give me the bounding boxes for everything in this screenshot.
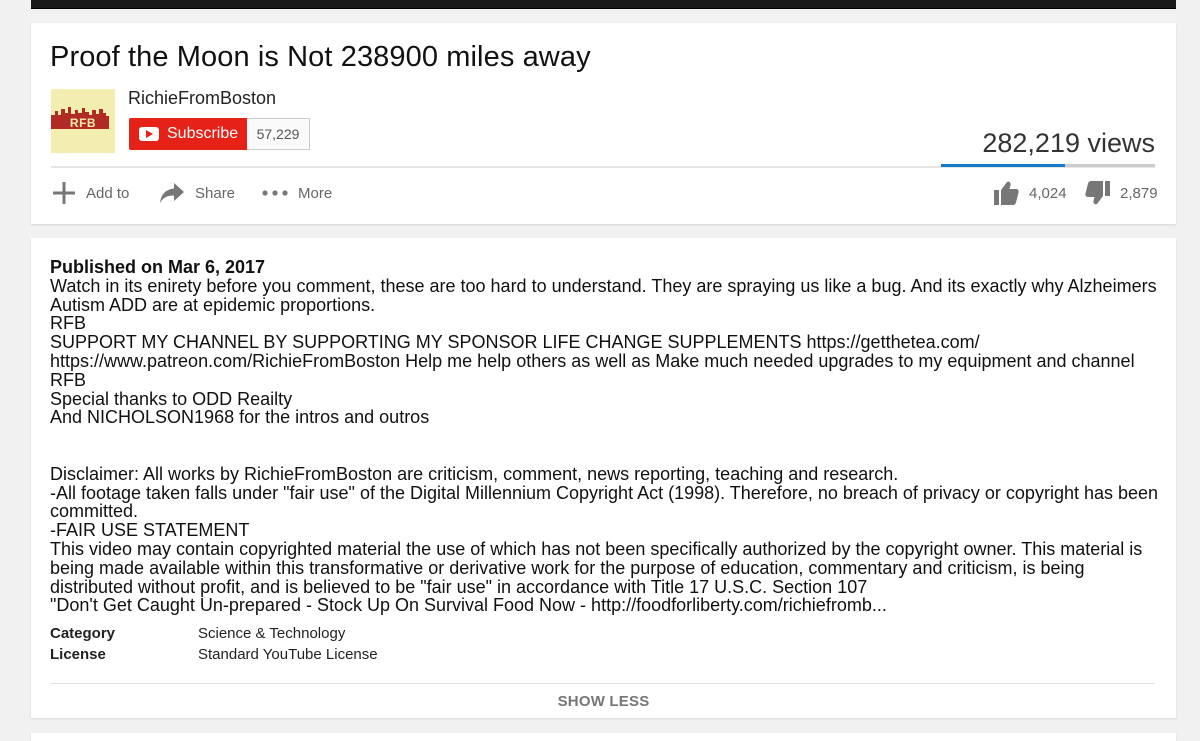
license-row: License Standard YouTube License bbox=[50, 646, 378, 663]
subscribe-label: Subscribe bbox=[167, 125, 239, 142]
show-less-button[interactable]: SHOW LESS bbox=[31, 693, 1176, 710]
subscribe-button[interactable]: Subscribe bbox=[129, 118, 247, 150]
description-line[interactable]: SUPPORT MY CHANNEL BY SUPPORTING MY SPON… bbox=[50, 333, 1160, 352]
divider-line bbox=[51, 683, 1155, 684]
video-title: Proof the Moon is Not 238900 miles away bbox=[50, 41, 591, 73]
video-info-card: Proof the Moon is Not 238900 miles away … bbox=[31, 23, 1176, 224]
video-description: Published on Mar 6, 2017 Watch in its en… bbox=[50, 258, 1160, 615]
description-card: Published on Mar 6, 2017 Watch in its en… bbox=[31, 238, 1176, 718]
description-line: Special thanks to ODD Reailty bbox=[50, 388, 293, 409]
description-line: Watch in its enirety before you comment,… bbox=[50, 275, 1161, 315]
disclaimer-line: -FAIR USE STATEMENT bbox=[50, 520, 250, 541]
youtube-play-icon bbox=[139, 127, 159, 141]
like-count: 4,024 bbox=[1029, 184, 1067, 202]
dislike-button[interactable]: 2,879 bbox=[1085, 179, 1158, 207]
published-date: Published on Mar 6, 2017 bbox=[50, 257, 266, 277]
like-ratio-bar bbox=[941, 164, 1065, 167]
channel-avatar[interactable]: RFB bbox=[51, 89, 115, 153]
subscriber-count: 57,229 bbox=[247, 118, 310, 150]
description-line: And NICHOLSON1968 for the intros and out… bbox=[50, 407, 430, 428]
more-button[interactable]: More bbox=[262, 179, 332, 207]
description-line: RFB bbox=[50, 369, 86, 390]
next-card-edge bbox=[31, 733, 1176, 741]
avatar-text: RFB bbox=[69, 116, 97, 130]
license-value: Standard YouTube License bbox=[198, 646, 378, 663]
view-count: 282,219 views bbox=[982, 128, 1155, 158]
category-value-link[interactable]: Science & Technology bbox=[198, 625, 345, 642]
video-player-bottom-edge[interactable] bbox=[31, 0, 1176, 9]
share-arrow-icon bbox=[160, 183, 184, 203]
category-label: Category bbox=[50, 625, 116, 642]
dislike-ratio-bar bbox=[1065, 164, 1155, 167]
plus-icon bbox=[53, 182, 75, 204]
channel-name-link[interactable]: RichieFromBoston bbox=[128, 88, 276, 109]
like-button[interactable]: 4,024 bbox=[994, 179, 1067, 207]
description-line[interactable]: https://www.patreon.com/RichieFromBoston… bbox=[50, 352, 1160, 371]
share-label: Share bbox=[195, 184, 236, 202]
description-line: RFB bbox=[50, 313, 86, 334]
category-row: Category Science & Technology bbox=[50, 625, 345, 642]
license-label: License bbox=[50, 646, 106, 663]
disclaimer-line[interactable]: "Don't Get Caught Un-prepared - Stock Up… bbox=[50, 596, 1160, 615]
add-to-button[interactable]: Add to bbox=[52, 179, 129, 207]
add-to-label: Add to bbox=[86, 184, 130, 202]
dislike-count: 2,879 bbox=[1120, 184, 1158, 202]
thumbs-down-icon bbox=[1085, 181, 1110, 205]
thumbs-up-icon bbox=[994, 181, 1019, 205]
share-button[interactable]: Share bbox=[159, 179, 235, 207]
disclaimer-line: -All footage taken falls under "fair use… bbox=[50, 482, 1164, 522]
disclaimer-line: This video may contain copyrighted mater… bbox=[50, 538, 1148, 597]
more-label: More bbox=[298, 184, 333, 202]
more-dots-icon bbox=[262, 190, 288, 196]
disclaimer-line: Disclaimer: All works by RichieFromBosto… bbox=[50, 463, 899, 484]
